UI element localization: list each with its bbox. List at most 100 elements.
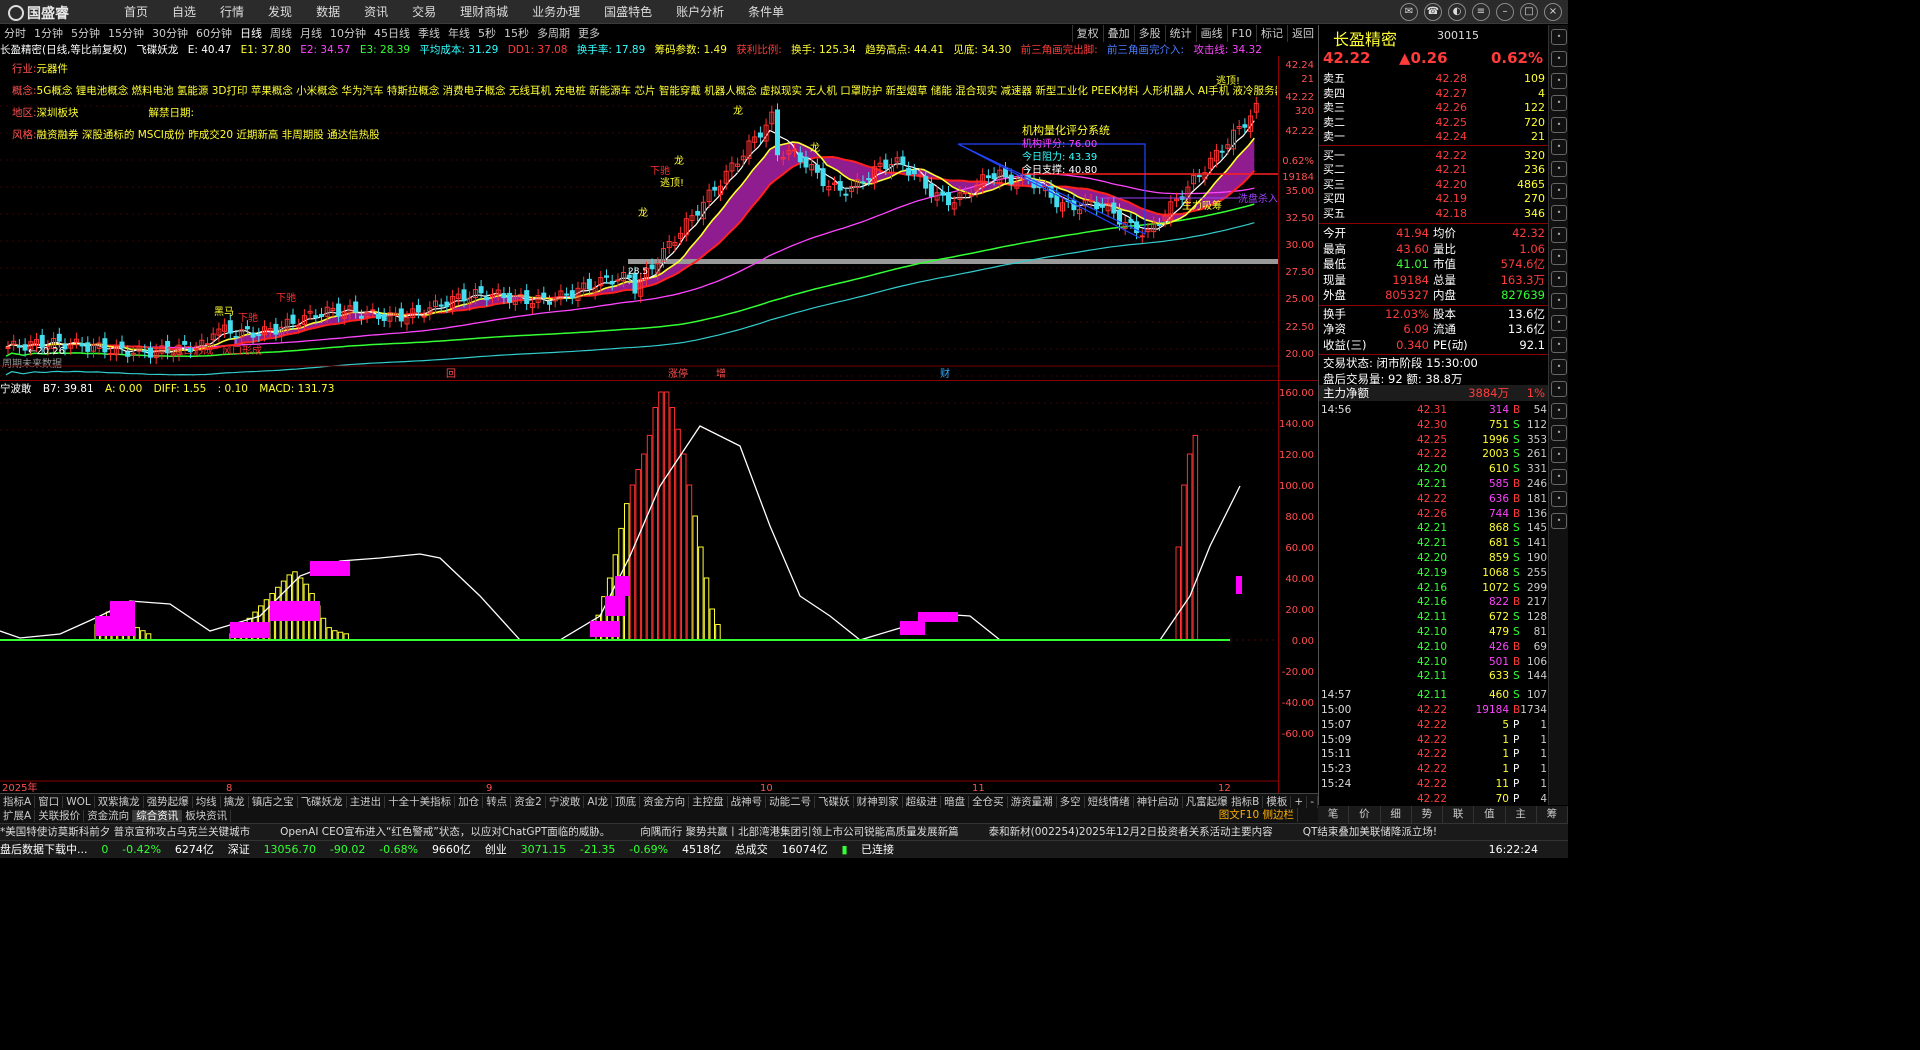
period-tab[interactable]: 日线 — [236, 27, 266, 40]
period-tab[interactable]: 1分钟 — [30, 27, 67, 40]
bid-row[interactable]: 买四 42.19 270 — [1319, 191, 1549, 206]
indicator-tab[interactable]: 飞碟妖 — [815, 796, 854, 808]
period-tab[interactable]: 5分钟 — [67, 27, 104, 40]
quote-tab[interactable]: 筹 — [1537, 806, 1568, 823]
info-tab[interactable]: 资金流向 — [84, 810, 134, 822]
hot-icon[interactable]: • — [1551, 425, 1567, 441]
chart-tool[interactable]: 画线 — [1195, 25, 1227, 42]
menu-item[interactable]: 自选 — [160, 0, 208, 24]
kline-chart[interactable]: 机构量化评分系统机构评分: 76.00今日阻力: 43.39今日支撑: 40.8… — [0, 56, 1278, 793]
ask-row[interactable]: 卖二 42.25 720 — [1319, 115, 1549, 130]
indicator-tab[interactable]: 超级进 — [902, 796, 942, 808]
indicator-tab[interactable]: 加仓 — [455, 796, 484, 808]
chart-icon[interactable]: • — [1551, 51, 1567, 67]
period-tab[interactable]: 45日线 — [370, 27, 414, 40]
quote-tab[interactable]: 主 — [1506, 806, 1537, 823]
indicator-tab[interactable]: 指标A — [0, 796, 36, 808]
period-tab[interactable]: 30分钟 — [148, 27, 192, 40]
menu-item[interactable]: 资讯 — [352, 0, 400, 24]
bid-row[interactable]: 买二 42.21 236 — [1319, 162, 1549, 177]
info-tab[interactable]: 综合资讯 — [133, 810, 183, 822]
chart-tool[interactable]: 多股 — [1133, 25, 1165, 42]
news-item[interactable]: 向隅而行 聚势共赢丨北部湾港集团引领上市公司锐能高质量发展新篇 — [640, 826, 958, 838]
top-icon[interactable]: • — [1551, 447, 1567, 463]
period-tab[interactable]: 年线 — [444, 27, 474, 40]
doc-icon[interactable]: • — [1551, 293, 1567, 309]
service-icon[interactable]: ☎ — [1424, 3, 1442, 21]
flow-icon[interactable]: • — [1551, 183, 1567, 199]
chart-tool[interactable]: 复权 — [1071, 25, 1103, 42]
ask-row[interactable]: 卖一 42.24 21 — [1319, 129, 1549, 144]
star-icon[interactable]: • — [1551, 73, 1567, 89]
period-tab[interactable]: 15分钟 — [104, 27, 148, 40]
indicator-tab[interactable]: 全仓买 — [969, 796, 1008, 808]
indicator-tab[interactable]: 转点 — [483, 796, 512, 808]
indicator-tab[interactable]: 动能二号 — [766, 796, 816, 808]
chart-tool[interactable]: 统计 — [1164, 25, 1196, 42]
indicator-tab[interactable]: 均线 — [192, 796, 221, 808]
news-icon[interactable]: • — [1551, 95, 1567, 111]
menu-item[interactable]: 数据 — [304, 0, 352, 24]
app-logo[interactable]: 国盛睿 — [8, 3, 69, 23]
mail-icon[interactable]: • — [1551, 359, 1567, 375]
minimize-icon[interactable]: – — [1496, 3, 1514, 21]
period-tab[interactable]: 月线 — [296, 27, 326, 40]
quote-tab[interactable]: 值 — [1474, 806, 1506, 823]
ai-icon[interactable]: • — [1551, 337, 1567, 353]
menu-item[interactable]: 交易 — [400, 0, 448, 24]
indicator-name[interactable]: 飞碟妖龙 — [136, 44, 178, 56]
period-tab[interactable]: 周线 — [266, 27, 296, 40]
quote-tab[interactable]: 势 — [1412, 806, 1443, 823]
bid-row[interactable]: 买一 42.22 320 — [1319, 148, 1549, 163]
up-icon[interactable]: • — [1551, 469, 1567, 485]
indicator-tab[interactable]: 主进出 — [346, 796, 386, 808]
bell-icon[interactable]: • — [1551, 161, 1567, 177]
main-flow[interactable]: 主力净额 3884万 1% — [1319, 385, 1549, 401]
chart-tool[interactable]: 标记 — [1256, 25, 1287, 42]
user-icon[interactable]: • — [1551, 249, 1567, 265]
indicator-tab[interactable]: 顶底 — [612, 796, 641, 808]
indicator-tab[interactable]: 多空 — [1056, 796, 1085, 808]
menu-item[interactable]: 账户分析 — [664, 0, 736, 24]
f10-tab[interactable]: 图文F10 侧边栏 — [1216, 808, 1298, 822]
period-tab[interactable]: 10分钟 — [326, 27, 370, 40]
ask-row[interactable]: 卖五 42.28 109 — [1319, 71, 1549, 86]
news-item[interactable]: OpenAI CEO宣布进入“红色警戒”状态，以应对ChatGPT面临的威胁。 — [280, 826, 610, 838]
indicator-tab[interactable]: 窗口 — [35, 796, 64, 808]
chart-tool[interactable]: 返回 — [1287, 25, 1318, 42]
list-icon[interactable]: • — [1551, 271, 1567, 287]
menu-icon[interactable]: ≡ — [1472, 3, 1490, 21]
ask-row[interactable]: 卖四 42.27 4 — [1319, 86, 1549, 101]
chart-tool[interactable]: F10 — [1226, 25, 1256, 42]
menu-item[interactable]: 条件单 — [736, 0, 796, 24]
bid-row[interactable]: 买五 42.18 346 — [1319, 206, 1549, 221]
indicator-tab-right[interactable]: - — [1307, 796, 1318, 808]
info-tab[interactable]: 关联报价 — [35, 810, 85, 822]
period-tab[interactable]: 60分钟 — [192, 27, 236, 40]
menu-item[interactable]: 国盛特色 — [592, 0, 664, 24]
ask-row[interactable]: 卖三 42.26 122 — [1319, 100, 1549, 115]
macd-name[interactable]: 宁波敢 — [0, 383, 32, 395]
indicator-tab[interactable]: 十全十美指标 — [385, 796, 456, 808]
indicator-tab[interactable]: 镇店之宝 — [248, 796, 298, 808]
menu-item[interactable]: 发现 — [256, 0, 304, 24]
sz-name[interactable]: 深证 — [228, 843, 250, 856]
chart-tool[interactable]: 叠加 — [1102, 25, 1134, 42]
grid-icon[interactable]: • — [1551, 139, 1567, 155]
info-tab[interactable]: 板块资讯 — [182, 810, 232, 822]
indicator-tab-right[interactable]: + — [1291, 796, 1308, 808]
indicator-tab[interactable]: 凡富起爆 — [1182, 796, 1232, 808]
message-icon[interactable]: ✉ — [1400, 3, 1418, 21]
indicator-tab[interactable]: 双紫擒龙 — [94, 796, 144, 808]
more-icon[interactable]: • — [1551, 403, 1567, 419]
quote-tab[interactable]: 价 — [1349, 806, 1381, 823]
indicator-tab[interactable]: 资金2 — [511, 796, 546, 808]
menu-item[interactable]: 首页 — [112, 0, 160, 24]
period-tab[interactable]: 15秒 — [500, 27, 533, 40]
indicator-tab[interactable]: WOL — [63, 796, 95, 808]
search-icon[interactable]: • — [1551, 29, 1567, 45]
rsi-icon[interactable]: • — [1551, 205, 1567, 221]
period-tab[interactable]: 季线 — [414, 27, 444, 40]
quote-tab[interactable]: 细 — [1381, 806, 1412, 823]
info-tab[interactable]: 扩展A — [0, 810, 36, 822]
